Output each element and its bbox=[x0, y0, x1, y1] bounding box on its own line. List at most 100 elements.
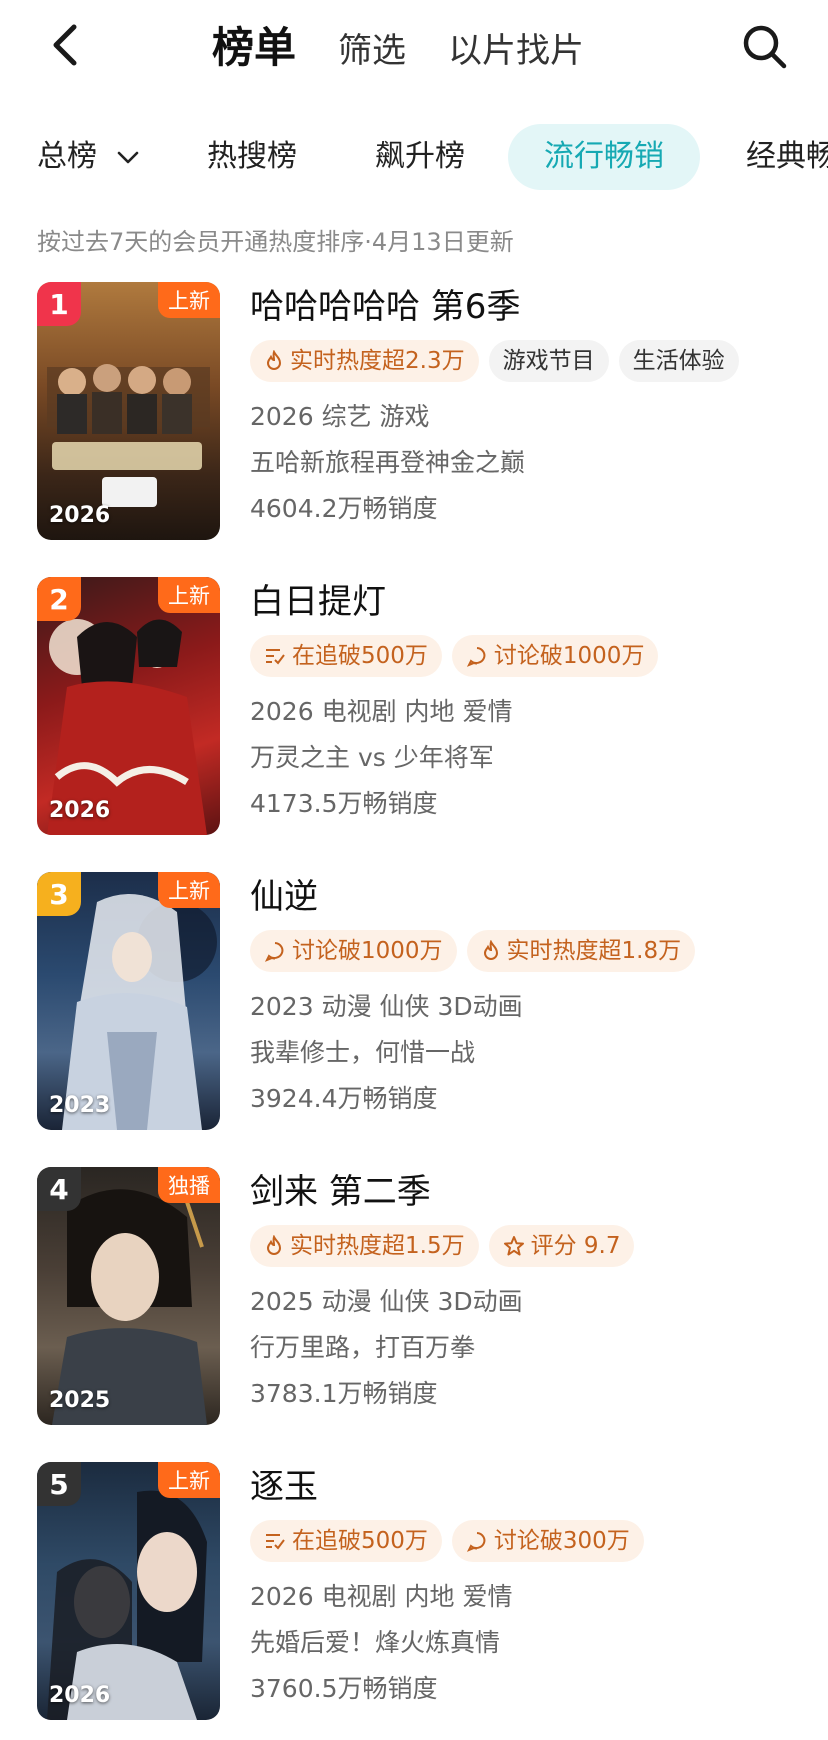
new-badge: 上新 bbox=[158, 282, 220, 318]
item-meta: 2025 动漫 仙侠 3D动画 bbox=[250, 1287, 523, 1316]
search-button[interactable] bbox=[738, 20, 792, 74]
item-sales: 4604.2万畅销度 bbox=[250, 494, 438, 523]
new-badge: 上新 bbox=[158, 1462, 220, 1498]
item-sales: 4173.5万畅销度 bbox=[250, 789, 438, 818]
rank-number: 3 bbox=[37, 872, 81, 916]
poster-image[interactable]: 1 上新 2026 bbox=[37, 282, 220, 540]
tag-genre[interactable]: 游戏节目 bbox=[488, 340, 609, 382]
tag-row: 实时热度超2.3万 游戏节目 生活体验 bbox=[250, 340, 810, 384]
item-title: 仙逆 bbox=[250, 877, 318, 917]
item-meta: 2026 电视剧 内地 爱情 bbox=[250, 1582, 513, 1611]
rank-number: 2 bbox=[37, 577, 81, 621]
category-total[interactable]: 总榜 bbox=[37, 124, 139, 190]
category-hot-search[interactable]: 热搜榜 bbox=[207, 124, 297, 190]
item-description: 五哈新旅程再登神金之巅 bbox=[250, 448, 526, 477]
poster-year: 2026 bbox=[49, 798, 111, 823]
item-description: 行万里路，打百万拳 bbox=[250, 1333, 476, 1362]
item-sales: 3783.1万畅销度 bbox=[250, 1379, 438, 1408]
item-info: 仙逆 讨论破1000万 实时热度超1.8万 2023 动漫 仙侠 3D动画 我辈… bbox=[250, 872, 810, 1122]
poster-image[interactable]: 5 上新 2026 bbox=[37, 1462, 220, 1720]
tag-text: 讨论破1000万 bbox=[493, 643, 645, 669]
tag-text: 在追破500万 bbox=[292, 643, 428, 669]
tag-row: 讨论破1000万 实时热度超1.8万 bbox=[250, 930, 810, 974]
ranking-description: 按过去7天的会员开通热度排序·4月13日更新 bbox=[37, 228, 514, 256]
flame-icon bbox=[266, 1235, 282, 1255]
tag-realtime-heat: 实时热度超1.8万 bbox=[466, 930, 696, 972]
item-description: 我辈修士，何惜一战 bbox=[250, 1038, 476, 1067]
search-icon bbox=[743, 25, 787, 69]
category-total-label: 总榜 bbox=[37, 139, 97, 174]
item-title: 哈哈哈哈哈 第6季 bbox=[250, 287, 521, 327]
poster-year: 2026 bbox=[49, 503, 111, 528]
chat-bubble-icon bbox=[466, 647, 486, 667]
follow-list-icon bbox=[266, 649, 285, 665]
poster-year: 2026 bbox=[49, 1683, 111, 1708]
tag-text: 实时热度超1.8万 bbox=[506, 938, 682, 964]
tab-find-by-film[interactable]: 以片找片 bbox=[448, 23, 584, 72]
flame-icon bbox=[266, 350, 282, 370]
item-title: 剑来 第二季 bbox=[250, 1172, 431, 1212]
rank-list-item[interactable]: 4 独播 2025 剑来 第二季 实时热度超1.5万 评分 9.7 2025 动… bbox=[0, 1167, 828, 1425]
item-meta: 2026 电视剧 内地 爱情 bbox=[250, 697, 513, 726]
tab-ranking[interactable]: 榜单 bbox=[212, 14, 296, 75]
new-badge: 上新 bbox=[158, 577, 220, 613]
tag-text: 实时热度超2.3万 bbox=[290, 348, 465, 374]
back-button[interactable] bbox=[40, 20, 90, 70]
category-popular-bestseller[interactable]: 流行畅销 bbox=[508, 124, 700, 190]
header-tabs: 榜单 筛选 以片找片 bbox=[212, 14, 584, 74]
chevron-down-icon bbox=[117, 151, 138, 163]
tag-text: 在追破500万 bbox=[292, 1528, 428, 1554]
poster-year: 2025 bbox=[49, 1388, 111, 1413]
top-bar: 榜单 筛选 以片找片 bbox=[0, 0, 828, 100]
tag-row: 实时热度超1.5万 评分 9.7 bbox=[250, 1225, 810, 1269]
item-sales: 3760.5万畅销度 bbox=[250, 1674, 438, 1703]
tag-realtime-heat: 实时热度超1.5万 bbox=[250, 1225, 479, 1267]
new-badge: 上新 bbox=[158, 872, 220, 908]
chat-bubble-icon bbox=[264, 942, 284, 962]
item-sales: 3924.4万畅销度 bbox=[250, 1084, 438, 1113]
poster-image[interactable]: 2 上新 2026 bbox=[37, 577, 220, 835]
follow-list-icon bbox=[266, 1534, 285, 1550]
item-meta: 2026 综艺 游戏 bbox=[250, 402, 430, 431]
tab-filter[interactable]: 筛选 bbox=[338, 23, 406, 72]
rank-list-item[interactable]: 2 上新 2026 白日提灯 在追破500万 讨论破1000万 2026 电视剧… bbox=[0, 577, 828, 835]
item-title: 逐玉 bbox=[250, 1467, 318, 1507]
rank-number: 1 bbox=[37, 282, 81, 326]
poster-image[interactable]: 3 上新 2023 bbox=[37, 872, 220, 1130]
tag-discussion: 讨论破1000万 bbox=[451, 635, 659, 677]
rank-number: 4 bbox=[37, 1167, 81, 1211]
exclusive-badge: 独播 bbox=[158, 1167, 220, 1203]
tag-rating: 评分 9.7 bbox=[488, 1225, 635, 1267]
tag-text: 实时热度超1.5万 bbox=[290, 1233, 465, 1259]
tag-row: 在追破500万 讨论破300万 bbox=[250, 1520, 810, 1564]
star-icon bbox=[503, 1236, 524, 1256]
tag-text: 讨论破300万 bbox=[493, 1528, 630, 1554]
tag-discussion: 讨论破1000万 bbox=[250, 930, 457, 972]
tag-text: 讨论破1000万 bbox=[292, 938, 443, 964]
item-description: 先婚后爱！烽火炼真情 bbox=[250, 1628, 501, 1657]
item-title: 白日提灯 bbox=[250, 582, 386, 622]
category-classic-bestseller[interactable]: 经典畅 bbox=[746, 124, 828, 190]
item-info: 剑来 第二季 实时热度超1.5万 评分 9.7 2025 动漫 仙侠 3D动画 … bbox=[250, 1167, 810, 1417]
category-bar: 总榜 热搜榜 飙升榜 流行畅销 经典畅 bbox=[0, 124, 828, 190]
rank-list-item[interactable]: 1 上新 2026 哈哈哈哈哈 第6季 实时热度超2.3万 游戏节目 生活体验 … bbox=[0, 282, 828, 540]
rank-number: 5 bbox=[37, 1462, 81, 1506]
category-rising[interactable]: 飙升榜 bbox=[375, 124, 465, 190]
poster-image[interactable]: 4 独播 2025 bbox=[37, 1167, 220, 1425]
item-description: 万灵之主 vs 少年将军 bbox=[250, 743, 494, 772]
tag-following: 在追破500万 bbox=[250, 1520, 442, 1562]
item-info: 逐玉 在追破500万 讨论破300万 2026 电视剧 内地 爱情 先婚后爱！烽… bbox=[250, 1462, 810, 1712]
tag-following: 在追破500万 bbox=[250, 635, 442, 677]
tag-discussion: 讨论破300万 bbox=[451, 1520, 644, 1562]
rank-list-item[interactable]: 5 上新 2026 逐玉 在追破500万 讨论破300万 2026 电视剧 内地… bbox=[0, 1462, 828, 1720]
chevron-left-icon bbox=[53, 24, 77, 66]
tag-text: 评分 9.7 bbox=[530, 1233, 621, 1259]
tag-row: 在追破500万 讨论破1000万 bbox=[250, 635, 810, 679]
item-info: 哈哈哈哈哈 第6季 实时热度超2.3万 游戏节目 生活体验 2026 综艺 游戏… bbox=[250, 282, 810, 532]
poster-year: 2023 bbox=[49, 1093, 111, 1118]
item-info: 白日提灯 在追破500万 讨论破1000万 2026 电视剧 内地 爱情 万灵之… bbox=[250, 577, 810, 827]
tag-genre[interactable]: 生活体验 bbox=[618, 340, 739, 382]
chat-bubble-icon bbox=[466, 1532, 486, 1552]
rank-list-item[interactable]: 3 上新 2023 仙逆 讨论破1000万 实时热度超1.8万 2023 动漫 … bbox=[0, 872, 828, 1130]
tag-realtime-heat: 实时热度超2.3万 bbox=[250, 340, 479, 382]
